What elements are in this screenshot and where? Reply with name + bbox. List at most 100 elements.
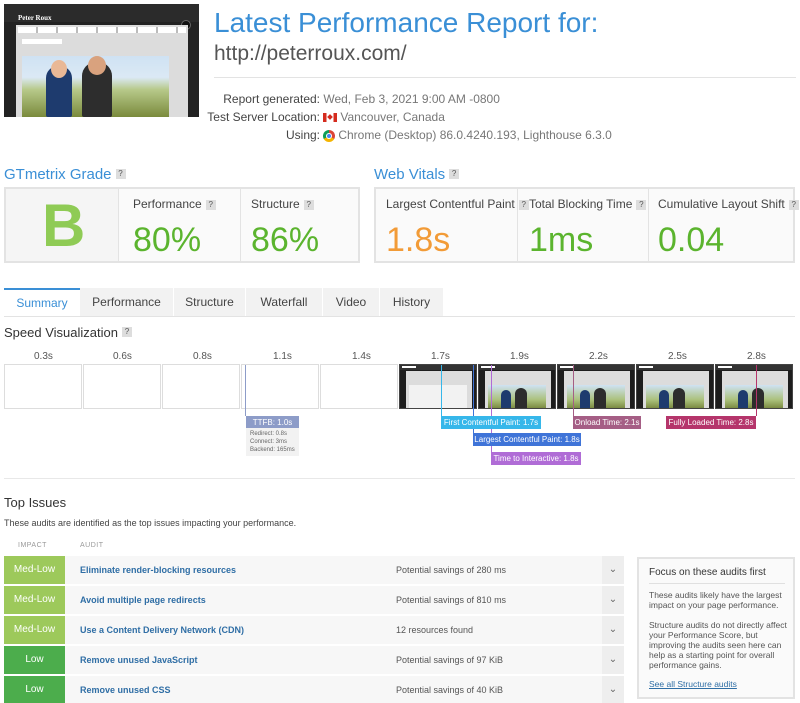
help-icon[interactable]: ?	[205, 199, 216, 210]
chevron-down-icon[interactable]: ⌄	[602, 586, 624, 614]
filmstrip-frame[interactable]	[83, 364, 161, 409]
filmstrip-frame[interactable]	[320, 364, 398, 409]
filmstrip-frame[interactable]	[557, 364, 635, 409]
focus-audits-panel: Focus on these audits first These audits…	[637, 557, 795, 699]
audit-savings: Potential savings of 40 KiB	[396, 685, 504, 695]
see-structure-audits-link[interactable]: See all Structure audits	[649, 679, 737, 689]
filmstrip-frame[interactable]	[478, 364, 556, 409]
filmstrip-frame[interactable]	[399, 364, 477, 409]
web-vitals-title: Web Vitals?	[374, 166, 460, 183]
report-title: Latest Performance Report for:	[214, 7, 599, 38]
time-label: 0.6s	[113, 351, 132, 362]
lcp-value: 1.8s	[386, 221, 451, 259]
meta-report-generated: Report generated: Wed, Feb 3, 2021 9:00 …	[223, 92, 500, 106]
impact-badge: Med-Low	[4, 556, 65, 584]
tab-summary[interactable]: Summary	[4, 288, 80, 316]
issue-row[interactable]: Low Remove unused CSS Potential savings …	[4, 676, 624, 703]
issue-row[interactable]: Low Remove unused JavaScript Potential s…	[4, 646, 624, 674]
help-icon[interactable]: ?	[115, 169, 126, 179]
filmstrip-frame[interactable]	[636, 364, 714, 409]
meta-using: Using: Chrome (Desktop) 86.0.4240.193, L…	[285, 128, 612, 142]
audit-savings: Potential savings of 97 KiB	[396, 655, 504, 665]
chevron-down-icon[interactable]: ⌄	[602, 616, 624, 644]
lcp-marker: Largest Contentful Paint: 1.8s	[473, 433, 581, 446]
help-icon[interactable]: ?	[636, 199, 647, 210]
impact-column-header: IMPACT	[18, 542, 47, 549]
time-label: 1.1s	[273, 351, 292, 362]
fcp-marker-line	[441, 365, 442, 416]
time-label: 0.3s	[34, 351, 53, 362]
fcp-marker: First Contentful Paint: 1.7s	[441, 416, 541, 429]
top-issues-title: Top Issues	[4, 495, 67, 510]
tbt-value: 1ms	[529, 221, 594, 259]
performance-metric: Performance? 80%	[133, 197, 216, 260]
issue-row[interactable]: Med-Low Avoid multiple page redirects Po…	[4, 586, 624, 614]
report-url: http://peterroux.com/	[214, 42, 407, 65]
audit-link[interactable]: Remove unused JavaScript	[80, 646, 198, 674]
filmstrip-frame[interactable]	[715, 364, 793, 409]
help-icon[interactable]: ?	[303, 199, 314, 210]
audit-column-header: AUDIT	[80, 542, 104, 549]
focus-title: Focus on these audits first	[649, 567, 766, 578]
meta-server-location: Test Server Location: Vancouver, Canada	[207, 110, 445, 124]
audit-link[interactable]: Avoid multiple page redirects	[80, 586, 206, 614]
audit-link[interactable]: Use a Content Delivery Network (CDN)	[80, 616, 244, 644]
performance-score: 80%	[133, 221, 202, 259]
gtmetrix-grade-title: GTmetrix Grade?	[4, 166, 126, 183]
impact-badge: Low	[4, 646, 65, 674]
chrome-icon	[323, 129, 336, 142]
audit-link[interactable]: Remove unused CSS	[80, 676, 171, 703]
impact-badge: Med-Low	[4, 586, 65, 614]
tbt-metric: Total Blocking Time? 1ms	[529, 197, 647, 260]
help-icon[interactable]: ?	[121, 327, 132, 337]
time-label: 2.5s	[668, 351, 687, 362]
fully-loaded-marker: Fully Loaded Time: 2.8s	[666, 416, 756, 429]
impact-badge: Med-Low	[4, 616, 65, 644]
filmstrip-frame[interactable]	[4, 364, 82, 409]
issue-row[interactable]: Med-Low Use a Content Delivery Network (…	[4, 616, 624, 644]
time-label: 0.8s	[193, 351, 212, 362]
header-divider	[214, 77, 796, 78]
audit-savings: Potential savings of 810 ms	[396, 595, 507, 605]
ttfb-marker-line	[245, 365, 246, 416]
thumbnail-brand: Peter Roux	[18, 14, 52, 22]
canada-flag-icon	[323, 113, 338, 123]
help-icon[interactable]: ?	[788, 199, 799, 210]
time-label: 1.9s	[510, 351, 529, 362]
onload-marker: Onload Time: 2.1s	[573, 416, 641, 429]
fully-loaded-marker-line	[756, 365, 757, 416]
help-icon[interactable]: ?	[449, 169, 460, 179]
issue-row[interactable]: Med-Low Eliminate render-blocking resour…	[4, 556, 624, 584]
tab-waterfall[interactable]: Waterfall	[246, 288, 322, 316]
tab-history[interactable]: History	[380, 288, 443, 316]
chevron-down-icon[interactable]: ⌄	[602, 676, 624, 703]
tti-marker: Time to Interactive: 1.8s	[491, 452, 581, 465]
focus-paragraph-1: These audits likely have the largest imp…	[649, 590, 782, 610]
time-label: 2.8s	[747, 351, 766, 362]
top-issues-subtitle: These audits are identified as the top i…	[4, 518, 297, 528]
grade-letter: B	[42, 192, 86, 259]
chevron-down-icon[interactable]: ⌄	[602, 646, 624, 674]
tab-video[interactable]: Video	[323, 288, 379, 316]
tab-performance[interactable]: Performance	[80, 288, 173, 316]
onload-marker-line	[573, 365, 574, 416]
time-label: 1.4s	[352, 351, 371, 362]
time-label: 2.2s	[589, 351, 608, 362]
grade-letter-box: B	[6, 189, 119, 261]
cls-value: 0.04	[658, 221, 725, 259]
audit-savings: 12 resources found	[396, 625, 474, 635]
structure-score: 86%	[251, 221, 320, 259]
audit-savings: Potential savings of 280 ms	[396, 565, 507, 575]
chevron-down-icon[interactable]: ⌄	[602, 556, 624, 584]
time-label: 1.7s	[431, 351, 450, 362]
impact-badge: Low	[4, 676, 65, 703]
filmstrip-frame[interactable]	[241, 364, 319, 409]
cls-metric: Cumulative Layout Shift? 0.04	[658, 197, 799, 260]
ttfb-breakdown: Redirect: 0.8s Connect: 3ms Backend: 165…	[246, 428, 299, 456]
tab-structure[interactable]: Structure	[174, 288, 245, 316]
audit-link[interactable]: Eliminate render-blocking resources	[80, 556, 236, 584]
filmstrip-frame[interactable]	[162, 364, 240, 409]
focus-paragraph-2: Structure audits do not directly affect …	[649, 620, 787, 670]
speed-visualization-title: Speed Visualization?	[4, 325, 132, 340]
help-icon[interactable]: ?	[518, 199, 529, 210]
